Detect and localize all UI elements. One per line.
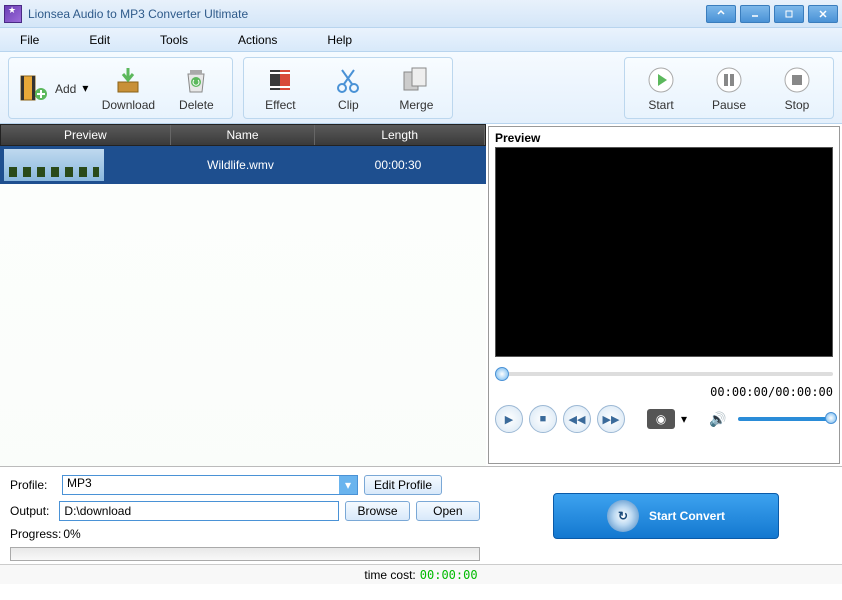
progress-bar — [10, 547, 480, 561]
timecost-label: time cost: — [364, 568, 415, 582]
open-button[interactable]: Open — [416, 501, 480, 521]
chevron-down-icon: ▾ — [339, 476, 357, 494]
volume-slider[interactable] — [738, 417, 833, 421]
effect-button[interactable]: Effect — [252, 64, 308, 112]
add-button[interactable]: Add ▾ — [17, 72, 88, 104]
merge-label: Merge — [399, 98, 433, 112]
merge-icon — [400, 64, 432, 96]
title-bar: Lionsea Audio to MP3 Converter Ultimate — [0, 0, 842, 28]
menu-bar: File Edit Tools Actions Help — [0, 28, 842, 52]
menu-help[interactable]: Help — [327, 33, 352, 47]
list-header: Preview Name Length — [0, 124, 486, 146]
clip-label: Clip — [338, 98, 359, 112]
list-row[interactable]: Wildlife.wmv 00:00:30 — [0, 146, 486, 184]
start-label: Start — [648, 98, 673, 112]
preview-title: Preview — [495, 131, 833, 145]
stop-playback-button[interactable]: ■ — [529, 405, 557, 433]
menu-tools[interactable]: Tools — [160, 33, 188, 47]
start-button[interactable]: Start — [633, 64, 689, 112]
video-canvas[interactable] — [495, 147, 833, 357]
browse-button[interactable]: Browse — [345, 501, 409, 521]
profile-value: MP3 — [67, 476, 92, 490]
output-path-input[interactable] — [59, 501, 339, 521]
toolbar-group-play: Start Pause Stop — [624, 57, 834, 119]
volume-icon[interactable]: 🔊 — [709, 411, 726, 428]
profile-label: Profile: — [10, 478, 56, 492]
pin-button[interactable] — [706, 5, 736, 23]
snapshot-button[interactable]: ◉ — [647, 409, 675, 429]
play-button[interactable]: ▶ — [495, 405, 523, 433]
status-bar: time cost: 00:00:00 — [0, 564, 842, 584]
snapshot-dropdown[interactable]: ▾ — [681, 412, 687, 426]
rewind-button[interactable]: ◀◀ — [563, 405, 591, 433]
playback-controls: ▶ ■ ◀◀ ▶▶ ◉ ▾ 🔊 — [495, 405, 833, 433]
toolbar: Add ▾ Download Delete Effect Clip Merge … — [0, 52, 842, 124]
progress-label: Progress: — [10, 527, 61, 541]
header-name[interactable]: Name — [171, 125, 316, 145]
timecost-value: 00:00:00 — [420, 568, 478, 582]
output-label: Output: — [10, 504, 53, 518]
profile-combo[interactable]: MP3 ▾ — [62, 475, 358, 495]
window-controls — [706, 5, 838, 23]
menu-edit[interactable]: Edit — [89, 33, 110, 47]
stop-button[interactable]: Stop — [769, 64, 825, 112]
row-name: Wildlife.wmv — [168, 158, 313, 172]
pause-icon — [713, 64, 745, 96]
film-add-icon — [17, 72, 49, 104]
clip-button[interactable]: Clip — [320, 64, 376, 112]
delete-label: Delete — [179, 98, 214, 112]
toolbar-group-file: Add ▾ Download Delete — [8, 57, 233, 119]
pause-label: Pause — [712, 98, 746, 112]
effect-icon — [264, 64, 296, 96]
toolbar-group-edit: Effect Clip Merge — [243, 57, 453, 119]
preview-pane: Preview 00:00:00/00:00:00 ▶ ■ ◀◀ ▶▶ ◉ ▾ … — [488, 126, 840, 464]
convert-area: ↻ Start Convert — [490, 467, 842, 564]
progress-value: 0% — [63, 527, 80, 541]
convert-label: Start Convert — [649, 509, 725, 523]
minimize-button[interactable] — [740, 5, 770, 23]
add-label: Add — [55, 82, 76, 96]
start-convert-button[interactable]: ↻ Start Convert — [553, 493, 779, 539]
bottom-panel: Profile: MP3 ▾ Edit Profile Output: Brow… — [0, 466, 842, 564]
edit-profile-button[interactable]: Edit Profile — [364, 475, 442, 495]
convert-icon: ↻ — [607, 500, 639, 532]
effect-label: Effect — [265, 98, 295, 112]
menu-actions[interactable]: Actions — [238, 33, 277, 47]
app-icon — [4, 5, 22, 23]
recycle-icon — [180, 64, 212, 96]
scissors-icon — [332, 64, 364, 96]
main-area: Preview Name Length Wildlife.wmv 00:00:3… — [0, 124, 842, 466]
merge-button[interactable]: Merge — [388, 64, 444, 112]
file-list-pane: Preview Name Length Wildlife.wmv 00:00:3… — [0, 124, 486, 466]
window-title: Lionsea Audio to MP3 Converter Ultimate — [28, 7, 248, 21]
forward-button[interactable]: ▶▶ — [597, 405, 625, 433]
camera-icon: ◉ — [656, 412, 666, 426]
stop-label: Stop — [785, 98, 810, 112]
delete-button[interactable]: Delete — [168, 64, 224, 112]
chevron-down-icon: ▾ — [82, 81, 88, 95]
pause-button[interactable]: Pause — [701, 64, 757, 112]
output-settings: Profile: MP3 ▾ Edit Profile Output: Brow… — [0, 467, 490, 564]
stop-icon — [781, 64, 813, 96]
download-button[interactable]: Download — [100, 64, 156, 112]
header-length[interactable]: Length — [315, 125, 485, 145]
download-label: Download — [102, 98, 155, 112]
row-thumbnail — [4, 149, 104, 181]
play-icon — [645, 64, 677, 96]
download-icon — [112, 64, 144, 96]
close-button[interactable] — [808, 5, 838, 23]
header-preview[interactable]: Preview — [1, 125, 171, 145]
menu-file[interactable]: File — [20, 33, 39, 47]
timecode: 00:00:00/00:00:00 — [495, 385, 833, 399]
maximize-button[interactable] — [774, 5, 804, 23]
seek-slider[interactable] — [495, 367, 833, 381]
row-length: 00:00:30 — [313, 158, 483, 172]
